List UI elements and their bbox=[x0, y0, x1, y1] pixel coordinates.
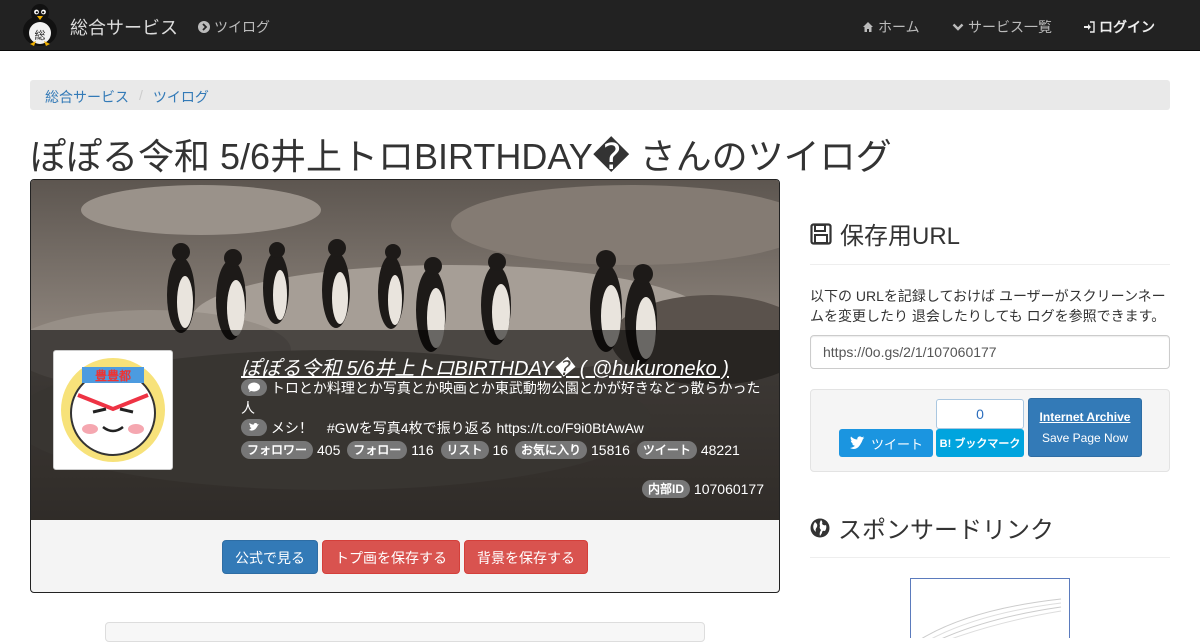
save-banner-button[interactable]: 背景を保存する bbox=[464, 540, 588, 574]
internal-id: 内部ID 107060177 bbox=[642, 480, 764, 498]
stat-lists-value: 16 bbox=[492, 442, 509, 458]
nav-twilog-label: ツイログ bbox=[214, 19, 270, 35]
twitter-bird-icon bbox=[849, 436, 865, 449]
stat-following-value: 116 bbox=[411, 442, 434, 458]
tweet-button-label: ツイート bbox=[870, 436, 923, 452]
avatar-text: 豊豊都 bbox=[95, 368, 131, 383]
internal-id-label: 内部ID bbox=[642, 480, 691, 498]
sponsored-heading-text: スポンサードリンク bbox=[838, 517, 1054, 544]
divider bbox=[810, 264, 1170, 265]
profile-bio: トロとか料理とか写真とか映画とか東武動物公園とかが好きなとっ散らかった人 bbox=[241, 378, 766, 418]
profile-pinned-tweet: メシ！ #GWを写真4枚で振り返る https://t.co/F9i0BtAwA… bbox=[241, 418, 766, 438]
profile-avatar[interactable]: 豊豊都 bbox=[53, 350, 173, 470]
floppy-disk-icon bbox=[810, 222, 832, 245]
page-title: ぽぽる令和 5/6井上トロBIRTHDAY� さんのツイログ bbox=[30, 136, 892, 177]
save-url-heading: 保存用URL bbox=[810, 216, 960, 251]
profile-stats: フォロワー 405 フォロー 116 リスト 16 お気に入り 15816 ツイート 48… bbox=[241, 440, 771, 460]
svg-text:総: 総 bbox=[35, 28, 46, 42]
save-url-description: 以下の URLを記録しておけば ユーザーがスクリーンネームを変更したり 退会した… bbox=[810, 288, 1166, 324]
save-avatar-button[interactable]: トプ画を保存する bbox=[322, 540, 460, 574]
profile-bio-text: トロとか料理とか写真とか映画とか東武動物公園とかが好きなとっ散らかった人 bbox=[241, 380, 761, 416]
nav-services-label: サービス一覧 bbox=[968, 19, 1052, 35]
breadcrumb-separator: / bbox=[139, 87, 143, 103]
internal-id-value: 107060177 bbox=[693, 481, 764, 497]
internet-archive-subtitle: Save Page Now bbox=[1041, 431, 1129, 445]
stat-favorites-label: お気に入り bbox=[514, 441, 587, 459]
breadcrumb-root[interactable]: 総合サービス bbox=[45, 87, 129, 105]
card-button-group: 公式で見る トプ画を保存する 背景を保存する bbox=[31, 540, 779, 574]
home-icon bbox=[863, 22, 873, 32]
save-url-input[interactable] bbox=[810, 335, 1170, 369]
penguin-logo-icon[interactable]: 総 bbox=[20, 3, 60, 47]
pinned-tweet-text[interactable]: メシ！ #GWを写真4枚で振り返る https://t.co/F9i0BtAwA… bbox=[271, 420, 644, 436]
twitter-icon bbox=[241, 419, 267, 436]
nav-services-link[interactable]: サービス一覧 bbox=[952, 17, 1052, 37]
ad-banner[interactable] bbox=[910, 578, 1070, 638]
internet-archive-title: Internet Archive bbox=[1039, 410, 1131, 424]
hatena-bookmark-count[interactable]: 0 bbox=[936, 399, 1024, 429]
share-buttons-panel: ツイート 0 B! ブックマーク Internet Archive Save P… bbox=[810, 389, 1170, 472]
internet-archive-button[interactable]: Internet Archive Save Page Now bbox=[1028, 398, 1142, 457]
view-official-button[interactable]: 公式で見る bbox=[222, 540, 318, 574]
nav-login-link[interactable]: ログイン bbox=[1083, 17, 1155, 37]
sign-in-icon bbox=[1084, 21, 1095, 33]
tweet-button[interactable]: ツイート bbox=[839, 429, 933, 457]
comment-icon bbox=[241, 379, 267, 396]
nav-home-label: ホーム bbox=[878, 19, 920, 35]
breadcrumb-current[interactable]: ツイログ bbox=[153, 87, 209, 105]
stat-tweets-value: 48221 bbox=[700, 442, 740, 458]
top-navbar: 総 総合サービス ツイログ ホーム サービス一覧 ログイン bbox=[0, 0, 1200, 51]
ad-image bbox=[921, 598, 1062, 638]
stat-lists-label: リスト bbox=[440, 441, 489, 459]
stat-tweets-label: ツイート bbox=[636, 441, 697, 459]
divider bbox=[810, 557, 1170, 558]
stat-favorites-value: 15816 bbox=[591, 442, 630, 458]
nav-twilog-link[interactable]: ツイログ bbox=[198, 17, 270, 37]
save-url-heading-text: 保存用URL bbox=[840, 223, 961, 250]
stat-followers-label: フォロワー bbox=[241, 441, 314, 459]
chevron-circle-right-icon bbox=[198, 21, 210, 33]
hatena-bookmark-button[interactable]: B! ブックマーク bbox=[936, 429, 1024, 457]
sponsored-heading: スポンサードリンク bbox=[810, 510, 1054, 545]
globe-icon bbox=[810, 518, 830, 537]
toro-avatar-image: 豊豊都 bbox=[61, 358, 165, 462]
profile-card: 豊豊都 ぽぽる令和 5/6井上トロBIRTHDAY� ( @hukuroneko… bbox=[30, 179, 780, 593]
nav-login-label: ログイン bbox=[1099, 19, 1155, 35]
breadcrumb: 総合サービス / ツイログ bbox=[30, 80, 1170, 110]
profile-name-link[interactable]: ぽぽる令和 5/6井上トロBIRTHDAY� ( @hukuroneko ) bbox=[241, 352, 729, 381]
stat-following-label: フォロー bbox=[347, 441, 408, 459]
stat-followers-value: 405 bbox=[317, 442, 341, 458]
brand-link[interactable]: 総合サービス bbox=[70, 14, 178, 40]
chevron-down-icon bbox=[952, 23, 964, 31]
nav-home-link[interactable]: ホーム bbox=[862, 17, 920, 37]
next-panel bbox=[105, 622, 705, 642]
